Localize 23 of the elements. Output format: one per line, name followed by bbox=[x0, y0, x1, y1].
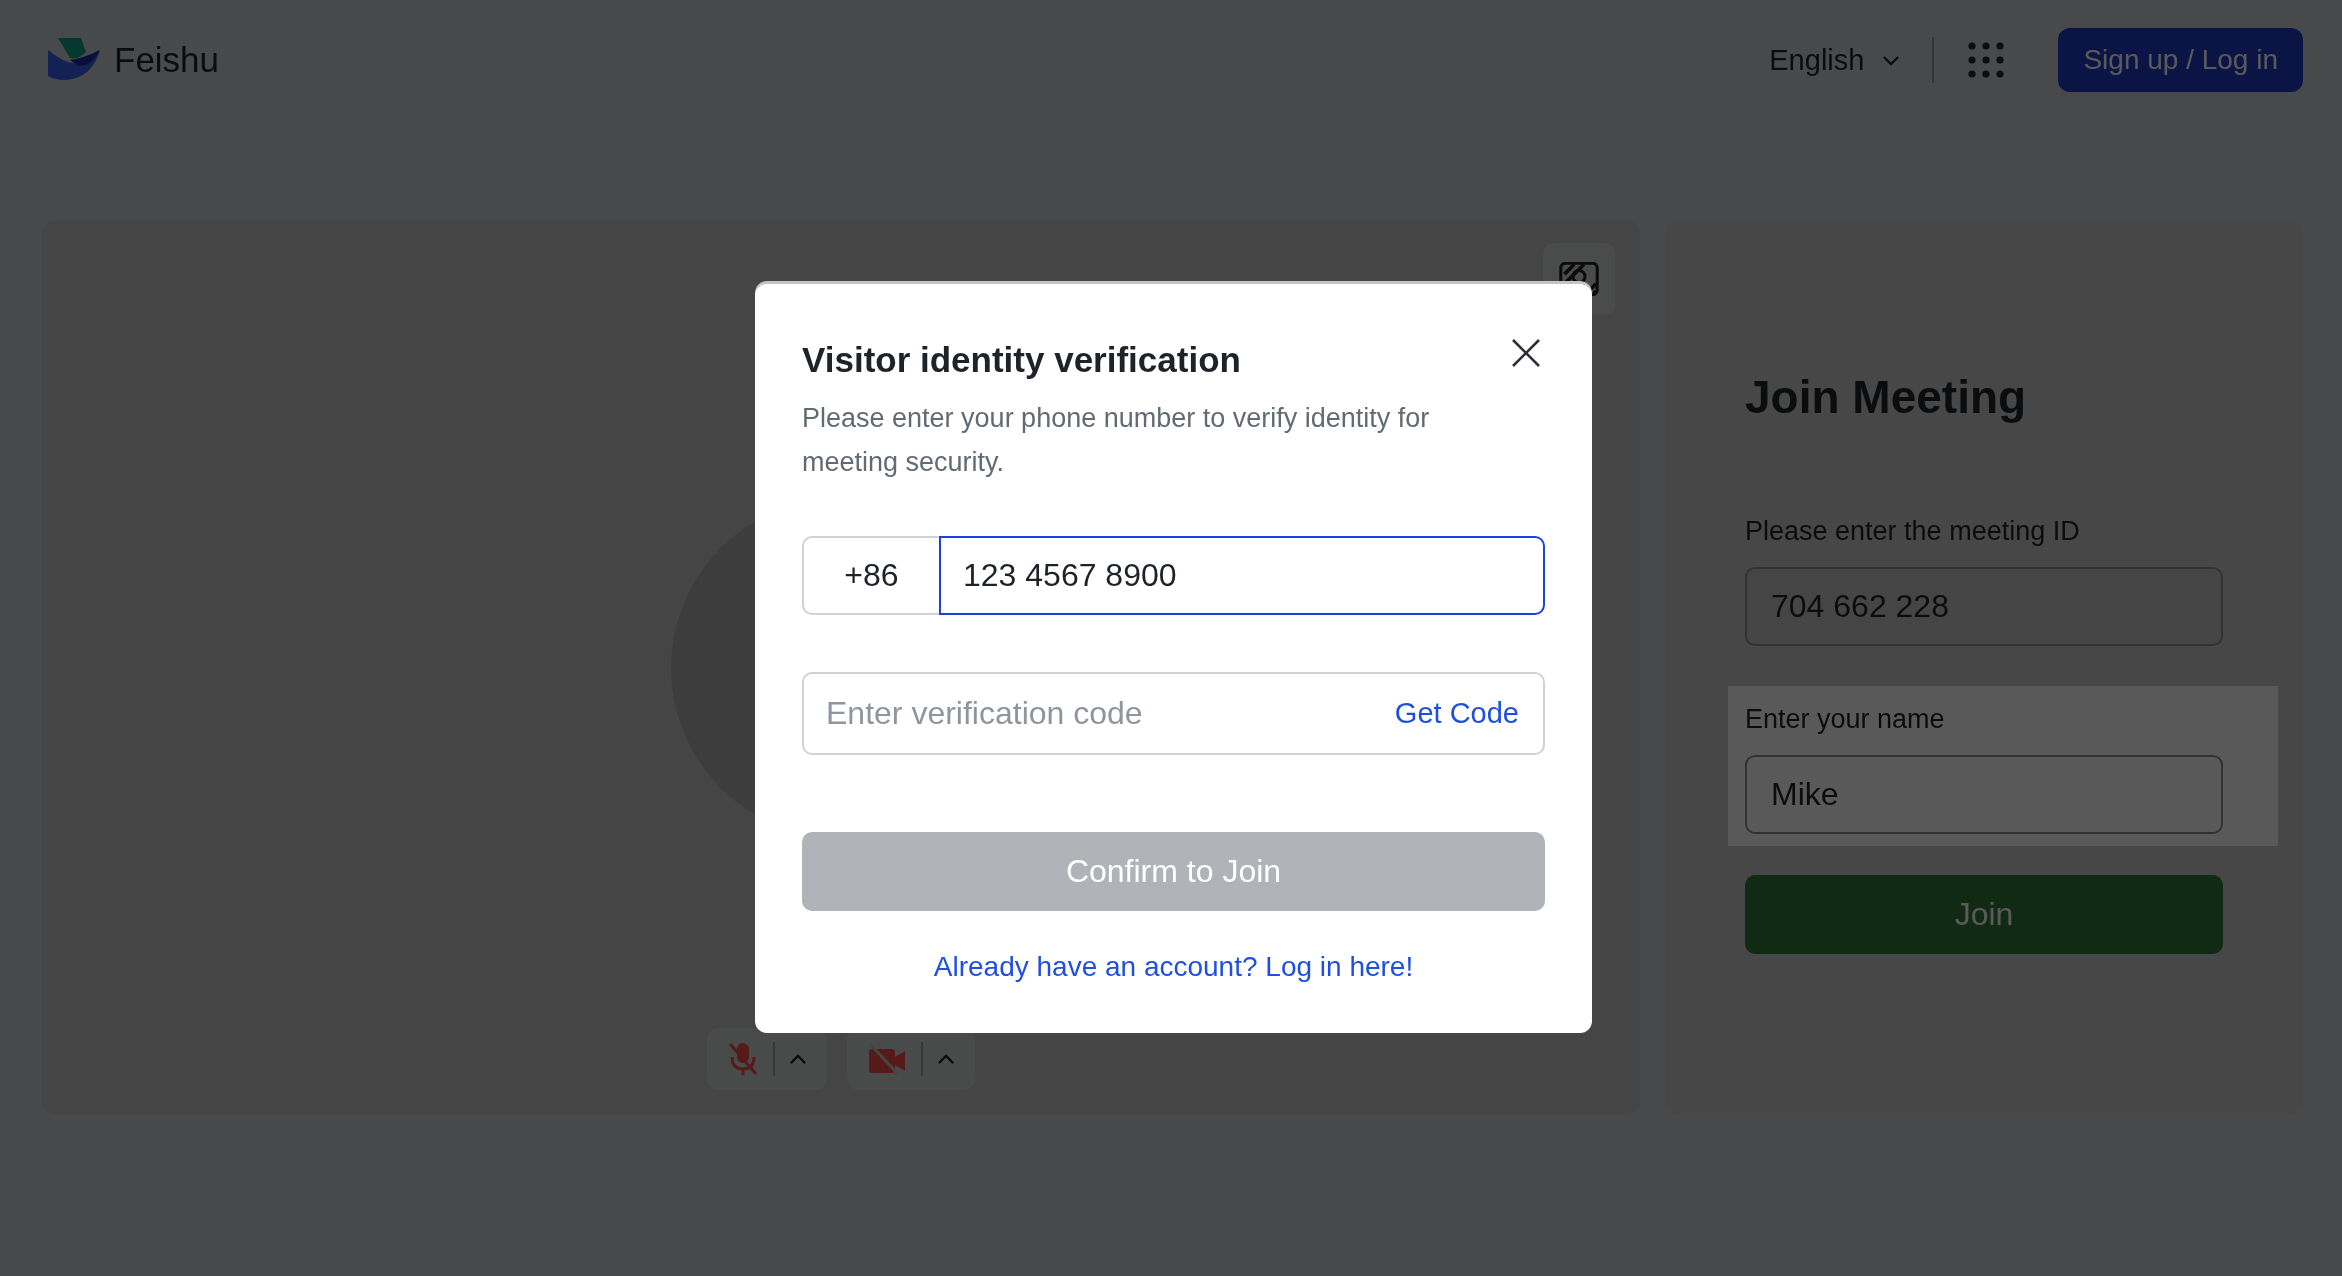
logo-text: Feishu bbox=[114, 40, 220, 80]
microphone-control[interactable] bbox=[707, 1028, 827, 1090]
get-code-link[interactable]: Get Code bbox=[1394, 697, 1519, 730]
dialog-title: Visitor identity verification bbox=[802, 340, 1241, 380]
caret-up-icon[interactable] bbox=[937, 1053, 955, 1065]
login-link[interactable]: Already have an account? Log in here! bbox=[933, 951, 1414, 983]
field-label: Enter your name bbox=[1745, 704, 1946, 735]
apps-grid-icon[interactable] bbox=[1968, 42, 2005, 78]
dialog-description: Please enter your phone number to verify identity for meeting security. bbox=[802, 402, 1431, 479]
join-button[interactable]: Join bbox=[1745, 875, 2223, 954]
name-field[interactable]: Mike bbox=[1745, 755, 2223, 834]
logo-icon bbox=[48, 38, 102, 82]
caret-up-icon[interactable] bbox=[789, 1053, 807, 1065]
field-label: Please enter the meeting ID bbox=[1745, 516, 2081, 547]
sign-up-button[interactable]: Sign up / Log in bbox=[2058, 28, 2303, 92]
chevron-down-icon bbox=[1882, 54, 1901, 66]
muted-microphone-icon[interactable] bbox=[727, 1041, 759, 1077]
meeting-id-field[interactable]: 704 662 228 bbox=[1745, 567, 2223, 646]
phone-number-field[interactable]: 123 4567 8900 bbox=[939, 536, 1545, 615]
panel-title: Join Meeting bbox=[1745, 370, 2028, 424]
close-icon[interactable] bbox=[1511, 338, 1541, 368]
language-selector[interactable]: English bbox=[1769, 43, 1901, 77]
verification-code-field[interactable]: Enter verification code Get Code bbox=[802, 672, 1545, 755]
